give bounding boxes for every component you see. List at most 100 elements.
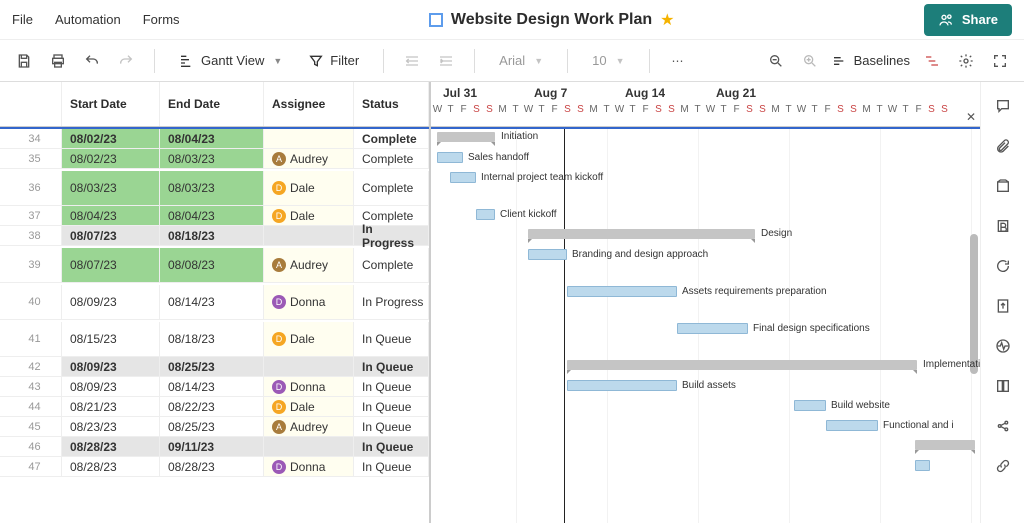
table-row[interactable]: 3808/07/2308/18/23In Progress [0, 226, 429, 246]
cell-assignee[interactable]: DDale [264, 206, 354, 225]
gear-icon[interactable] [954, 49, 978, 73]
cell-end[interactable]: 09/11/23 [160, 437, 264, 456]
cell-start[interactable]: 08/28/23 [62, 437, 160, 456]
cell-start[interactable]: 08/07/23 [62, 226, 160, 245]
cell-start[interactable]: 08/03/23 [62, 171, 160, 205]
table-row[interactable]: 4208/09/2308/25/23In Queue [0, 357, 429, 377]
cell-assignee[interactable]: AAudrey [264, 417, 354, 436]
close-panel-icon[interactable]: ✕ [966, 110, 976, 124]
col-end[interactable]: End Date [160, 82, 264, 126]
baselines-button[interactable]: Baselines [832, 53, 910, 69]
cell-end[interactable]: 08/14/23 [160, 377, 264, 396]
cell-status[interactable]: In Queue [354, 417, 429, 436]
cell-status[interactable]: In Queue [354, 397, 429, 416]
table-row[interactable]: 4108/15/2308/18/23DDaleIn Queue [0, 320, 429, 357]
gantt-task-bar[interactable]: Client kickoff [476, 209, 495, 220]
table-row[interactable]: 4408/21/2308/22/23DDaleIn Queue [0, 397, 429, 417]
filter-button[interactable]: Filter [300, 49, 367, 73]
cell-end[interactable]: 08/18/23 [160, 226, 264, 245]
cell-status[interactable]: In Progress [354, 285, 429, 319]
font-select[interactable]: Arial ▼ [491, 49, 551, 72]
size-select[interactable]: 10 ▼ [584, 49, 632, 72]
publish-icon[interactable] [993, 296, 1013, 316]
redo-icon[interactable] [114, 49, 138, 73]
connections-icon[interactable] [993, 456, 1013, 476]
critical-path-icon[interactable] [920, 49, 944, 73]
indent-icon[interactable] [434, 49, 458, 73]
favorite-star-icon[interactable]: ★ [660, 10, 674, 30]
expand-icon[interactable] [988, 49, 1012, 73]
table-row[interactable]: 3908/07/2308/08/23AAudreyComplete [0, 246, 429, 283]
table-row[interactable]: 3608/03/2308/03/23DDaleComplete [0, 169, 429, 206]
cell-status[interactable]: In Queue [354, 377, 429, 396]
cell-start[interactable]: 08/09/23 [62, 285, 160, 319]
cell-status[interactable]: In Queue [354, 357, 429, 376]
cell-assignee[interactable]: DDonna [264, 377, 354, 396]
cell-start[interactable]: 08/21/23 [62, 397, 160, 416]
print-icon[interactable] [46, 49, 70, 73]
cell-start[interactable]: 08/28/23 [62, 457, 160, 476]
cell-status[interactable]: In Queue [354, 322, 429, 356]
gantt-summary-bar[interactable] [915, 440, 975, 450]
gantt-task-bar[interactable]: Assets requirements preparation [567, 286, 677, 297]
cell-end[interactable]: 08/04/23 [160, 129, 264, 148]
table-row[interactable]: 4008/09/2308/14/23DDonnaIn Progress [0, 283, 429, 320]
cell-status[interactable]: In Progress [354, 226, 429, 245]
comments-icon[interactable] [993, 96, 1013, 116]
table-row[interactable]: 3408/02/2308/04/23Complete [0, 129, 429, 149]
gantt-task-bar[interactable]: Internal project team kickoff [450, 172, 476, 183]
table-row[interactable]: 3508/02/2308/03/23AAudreyComplete [0, 149, 429, 169]
gantt-task-bar[interactable]: Functional and i [826, 420, 878, 431]
gantt-summary-bar[interactable]: Initiation [437, 132, 495, 142]
cell-end[interactable]: 08/25/23 [160, 417, 264, 436]
undo-icon[interactable] [80, 49, 104, 73]
cell-start[interactable]: 08/09/23 [62, 377, 160, 396]
cell-end[interactable]: 08/18/23 [160, 322, 264, 356]
col-start[interactable]: Start Date [62, 82, 160, 126]
attachments-icon[interactable] [993, 136, 1013, 156]
cell-assignee[interactable]: DDale [264, 322, 354, 356]
cell-end[interactable]: 08/22/23 [160, 397, 264, 416]
cell-status[interactable]: Complete [354, 129, 429, 148]
activity-icon[interactable] [993, 336, 1013, 356]
cell-start[interactable]: 08/23/23 [62, 417, 160, 436]
gantt-body[interactable]: Initiation Sales handoff Internal project … [431, 127, 980, 523]
gantt-summary-bar[interactable]: Implementation [567, 360, 917, 370]
cell-start[interactable]: 08/02/23 [62, 149, 160, 168]
share-button[interactable]: Share [924, 4, 1012, 36]
cell-assignee[interactable] [264, 226, 354, 245]
zoom-in-icon[interactable] [798, 49, 822, 73]
table-row[interactable]: 4508/23/2308/25/23AAudreyIn Queue [0, 417, 429, 437]
cell-end[interactable]: 08/14/23 [160, 285, 264, 319]
cell-status[interactable]: In Queue [354, 437, 429, 456]
cell-end[interactable]: 08/03/23 [160, 171, 264, 205]
update-requests-icon[interactable] [993, 256, 1013, 276]
cell-end[interactable]: 08/04/23 [160, 206, 264, 225]
menu-forms[interactable]: Forms [143, 12, 180, 27]
cell-assignee[interactable]: AAudrey [264, 149, 354, 168]
cell-end[interactable]: 08/25/23 [160, 357, 264, 376]
gantt-task-bar[interactable]: Branding and design approach [528, 249, 567, 260]
workapps-icon[interactable] [993, 416, 1013, 436]
more-icon[interactable]: ⋯ [666, 49, 690, 73]
cell-assignee[interactable]: AAudrey [264, 248, 354, 282]
zoom-out-icon[interactable] [764, 49, 788, 73]
cell-status[interactable]: Complete [354, 149, 429, 168]
gantt-task-bar[interactable] [915, 460, 930, 471]
table-row[interactable]: 4608/28/2309/11/23In Queue [0, 437, 429, 457]
cell-status[interactable]: Complete [354, 248, 429, 282]
doc-title[interactable]: Website Design Work Plan [451, 11, 652, 29]
cell-assignee[interactable]: DDale [264, 397, 354, 416]
proofs-icon[interactable] [993, 176, 1013, 196]
table-row[interactable]: 4308/09/2308/14/23DDonnaIn Queue [0, 377, 429, 397]
cell-start[interactable]: 08/15/23 [62, 322, 160, 356]
scroll-thumb[interactable] [970, 234, 978, 374]
gantt-summary-bar[interactable]: Design [528, 229, 755, 239]
gantt-task-bar[interactable]: Final design specifications [677, 323, 748, 334]
cell-start[interactable]: 08/07/23 [62, 248, 160, 282]
gantt-task-bar[interactable]: Sales handoff [437, 152, 463, 163]
col-status[interactable]: Status [354, 82, 429, 126]
cell-assignee[interactable] [264, 437, 354, 456]
cell-end[interactable]: 08/28/23 [160, 457, 264, 476]
cell-assignee[interactable] [264, 129, 354, 148]
